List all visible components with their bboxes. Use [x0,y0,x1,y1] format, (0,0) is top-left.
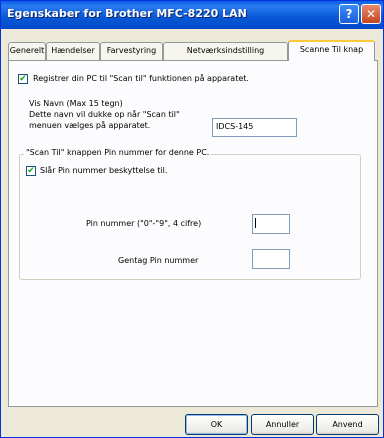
cancel-button[interactable]: Annuller [251,414,314,435]
apply-button[interactable]: Anvend [316,414,379,435]
pin-protect-label: Slår Pin nummer beskyttelse til. [40,166,168,175]
pin-protect-checkbox[interactable]: ✔ [26,166,36,176]
tab-farvestyring[interactable]: Farvestyring [100,42,163,60]
name-label: Vis Navn (Max 15 tegn) [29,99,123,108]
register-checkbox-label: Registrer din PC til "Scan til" funktion… [33,74,249,83]
tab-scanne-til-knap[interactable]: Scanne Til knap [288,40,375,61]
ok-button[interactable]: OK [185,414,248,435]
repeat-pin-field[interactable] [252,249,290,269]
register-checkbox[interactable]: ✔ [18,74,28,84]
tab-generelt[interactable]: Generelt [8,42,46,60]
tab-panel: ✔ Registrer din PC til "Scan til" funkti… [8,60,378,407]
close-button[interactable]: ✕ [361,4,381,24]
tab-haendelser[interactable]: Hændelser [46,42,100,60]
name-description-line-2: menuen vælges på apparatet. [29,121,151,130]
window-title: Egenskaber for Brother MFC-8220 LAN [7,7,247,20]
pin-number-label: Pin nummer ("0"-"9", 4 cifre) [86,219,202,228]
name-description-line-1: Dette navn vil dukke op når "Scan til" [29,110,180,119]
display-name-field[interactable]: IDCS-145 [212,118,297,137]
tab-netvaerksindstilling[interactable]: Netværksindstilling [163,42,288,60]
text-caret [255,218,256,228]
pin-group-legend: "Scan Til" knappen Pin nummer for denne … [24,148,212,157]
pin-number-field[interactable] [252,214,290,234]
title-bar[interactable]: Egenskaber for Brother MFC-8220 LAN ? ✕ [1,1,383,29]
repeat-pin-label: Gentag Pin nummer [118,256,199,265]
properties-dialog: Egenskaber for Brother MFC-8220 LAN ? ✕ … [0,0,384,438]
help-button[interactable]: ? [339,4,359,24]
